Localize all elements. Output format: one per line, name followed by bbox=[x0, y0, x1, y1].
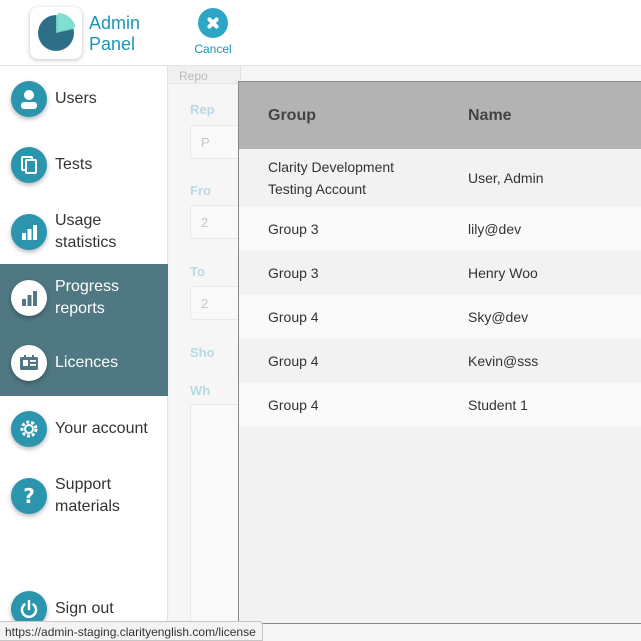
bar-chart-icon bbox=[11, 280, 47, 316]
table-row[interactable]: Group 3 lily@dev bbox=[239, 207, 641, 251]
to-date-field[interactable]: 2 bbox=[190, 286, 240, 320]
form-label: Sho bbox=[190, 345, 215, 360]
group-cell: Group 4 bbox=[268, 309, 319, 325]
sidebar-item-label: Users bbox=[55, 90, 97, 107]
close-icon bbox=[198, 8, 228, 38]
name-cell: Henry Woo bbox=[468, 265, 538, 281]
table-row[interactable]: Group 4 Sky@dev bbox=[239, 295, 641, 339]
brand-line-2: Panel bbox=[89, 34, 136, 54]
sidebar-item-users[interactable]: Users bbox=[0, 78, 168, 122]
table-row[interactable]: Group 4 Kevin@sss bbox=[239, 339, 641, 383]
sidebar-item-label: Tests bbox=[55, 156, 93, 173]
sidebar-item-progress-reports[interactable]: Progress reports bbox=[0, 276, 168, 320]
sidebar-item-label-line-1: Usage bbox=[55, 212, 102, 229]
pie-chart-logo-icon bbox=[38, 13, 76, 51]
table-row[interactable]: Clarity Development Testing Account User… bbox=[239, 149, 641, 207]
tab-report[interactable]: Repo bbox=[169, 66, 241, 84]
name-cell: Kevin@sss bbox=[468, 353, 539, 369]
top-bar: Admin Panel Cancel bbox=[0, 0, 641, 66]
group-cell: Group 3 bbox=[268, 265, 319, 281]
group-cell: Group 4 bbox=[268, 353, 319, 369]
cancel-button[interactable]: Cancel bbox=[190, 8, 236, 56]
licence-users-modal: Group Name Clarity Development Testing A… bbox=[238, 81, 641, 624]
name-cell: Sky@dev bbox=[468, 309, 529, 325]
brand-title: Admin Panel bbox=[89, 13, 140, 55]
sidebar-item-label: Sign out bbox=[55, 600, 114, 617]
group-cell-line-1: Clarity Development bbox=[268, 159, 395, 175]
name-cell: User, Admin bbox=[468, 170, 544, 186]
sidebar-item-support-materials[interactable]: ? Support materials bbox=[0, 474, 168, 518]
selection-box[interactable] bbox=[190, 404, 240, 641]
sidebar-item-your-account[interactable]: Your account bbox=[0, 408, 168, 452]
table-header: Group Name bbox=[239, 82, 641, 149]
group-cell-line-2: Testing Account bbox=[268, 181, 367, 197]
id-card-icon bbox=[11, 345, 47, 381]
user-icon bbox=[11, 81, 47, 117]
sidebar-item-label-line-1: Progress bbox=[55, 278, 120, 295]
brand-line-1: Admin bbox=[89, 13, 141, 33]
column-header-group[interactable]: Group bbox=[268, 107, 316, 125]
sidebar-item-label-line-2: reports bbox=[55, 300, 105, 317]
group-cell: Clarity Development Testing Account bbox=[268, 156, 394, 200]
sidebar-item-label-line-2: materials bbox=[55, 498, 120, 515]
question-icon: ? bbox=[11, 478, 47, 514]
sidebar-item-label: Progress reports bbox=[55, 276, 119, 320]
sidebar-item-label: Usage statistics bbox=[55, 210, 116, 254]
sidebar-item-usage-statistics[interactable]: Usage statistics bbox=[0, 210, 168, 254]
table-row[interactable]: Group 3 Henry Woo bbox=[239, 251, 641, 295]
document-icon bbox=[11, 147, 47, 183]
form-label: Fro bbox=[190, 183, 211, 198]
sidebar-item-label-line-2: statistics bbox=[55, 234, 117, 251]
form-label: Rep bbox=[190, 102, 215, 117]
group-cell: Group 3 bbox=[268, 221, 319, 237]
sidebar-item-label: Licences bbox=[55, 354, 119, 371]
sidebar-item-label-line-1: Support bbox=[55, 476, 112, 493]
form-label: Wh bbox=[190, 383, 211, 398]
svg-text:?: ? bbox=[23, 484, 35, 508]
sidebar-item-tests[interactable]: Tests bbox=[0, 144, 168, 188]
sidebar-item-label: Support materials bbox=[55, 474, 120, 518]
gear-icon bbox=[11, 411, 47, 447]
bar-chart-icon bbox=[11, 214, 47, 250]
column-header-name[interactable]: Name bbox=[468, 107, 512, 125]
form-label: To bbox=[190, 264, 205, 279]
app-logo[interactable] bbox=[30, 7, 82, 59]
group-cell: Group 4 bbox=[268, 397, 319, 413]
sidebar: Users Tests Usage statistics Progress re… bbox=[0, 66, 168, 641]
link-status-bar: https://admin-staging.clarityenglish.com… bbox=[0, 621, 263, 641]
report-type-select[interactable]: P bbox=[190, 125, 240, 159]
cancel-label: Cancel bbox=[194, 42, 232, 56]
name-cell: Student 1 bbox=[468, 397, 528, 413]
name-cell: lily@dev bbox=[468, 221, 522, 237]
sidebar-item-label: Your account bbox=[55, 420, 148, 437]
table-row[interactable]: Group 4 Student 1 bbox=[239, 383, 641, 427]
sidebar-item-licences[interactable]: Licences bbox=[0, 342, 168, 386]
from-date-field[interactable]: 2 bbox=[190, 205, 240, 239]
